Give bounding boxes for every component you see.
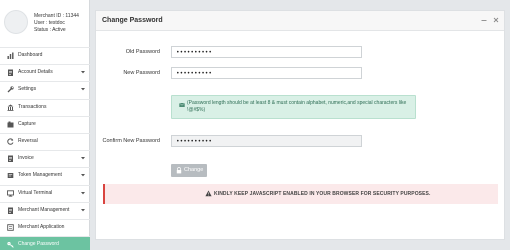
user-name: User : testdoc — [34, 20, 65, 26]
sidebar-item-label: Change Password — [18, 241, 59, 248]
sidebar-item-label: Capture — [18, 120, 36, 127]
refresh-icon — [7, 138, 14, 145]
password-hint-text: (Password length should be at least 8 & … — [187, 100, 407, 113]
sidebar-item-settings[interactable]: Settings — [0, 81, 90, 98]
caret-down-icon — [81, 208, 85, 212]
document-icon — [8, 207, 13, 214]
caret-down-icon — [81, 71, 85, 74]
sidebar-item-label: Settings — [18, 86, 37, 93]
envelope-icon — [179, 102, 185, 107]
sidebar-item-token-management[interactable]: Token Management — [0, 167, 90, 184]
page-title: Change Password — [102, 17, 163, 24]
avatar — [4, 10, 28, 34]
sidebar-item-label: Account Details — [18, 69, 53, 76]
panel-header: Change Password — [96, 11, 504, 31]
minimize-icon[interactable] — [480, 16, 488, 24]
sidebar-item-label: Token Management — [18, 172, 62, 179]
capture-icon — [7, 121, 14, 128]
sidebar-item-account-details[interactable]: Account Details — [0, 64, 90, 81]
wrench-icon — [7, 86, 14, 93]
account-status: Status : Active — [34, 27, 66, 33]
new-password-field[interactable]: •••••••••• — [171, 67, 362, 79]
sidebar-item-label: Merchant Management — [18, 206, 70, 213]
change-password-panel: Change Password Old Password •••••••••• … — [95, 10, 505, 240]
sidebar-item-dashboard[interactable]: Dashboard — [0, 47, 90, 64]
sidebar-item-label: Merchant Application — [18, 224, 65, 230]
confirm-password-label: Confirm New Password — [102, 138, 160, 144]
warning-text: KINDLY KEEP JAVASCRIPT ENABLED IN YOUR B… — [214, 191, 431, 197]
profile-block: Merchant ID : 11344 User : testdoc Statu… — [0, 0, 90, 44]
sidebar-item-virtual-terminal[interactable]: Virtual Terminal — [0, 184, 90, 202]
caret-down-icon — [81, 88, 85, 91]
sidebar: Merchant ID : 11344 User : testdoc Statu… — [0, 0, 90, 250]
close-icon[interactable] — [492, 16, 500, 24]
warning-icon — [205, 190, 212, 197]
password-hint-box: (Password length should be at least 8 & … — [171, 95, 416, 119]
confirm-password-field[interactable]: •••••••••• — [171, 135, 362, 147]
sidebar-item-merchant-management[interactable]: Merchant Management — [0, 201, 90, 219]
change-button-label: Change — [184, 167, 204, 173]
token-icon — [7, 173, 14, 179]
bank-icon — [7, 104, 14, 111]
sidebar-item-reversal[interactable]: Reversal — [0, 133, 90, 150]
old-password-label: Old Password — [125, 49, 160, 55]
sidebar-item-label: Reversal — [18, 138, 38, 144]
bar-chart-icon — [7, 52, 14, 59]
document-icon — [8, 69, 13, 77]
sidebar-item-label: Transactions — [18, 103, 47, 110]
old-password-field[interactable]: •••••••••• — [171, 46, 362, 58]
sidebar-item-change-password[interactable]: Change Password — [0, 236, 90, 250]
change-button[interactable]: Change — [171, 164, 207, 177]
sidebar-item-label: Dashboard — [18, 52, 43, 58]
document-icon — [8, 155, 13, 163]
javascript-warning: KINDLY KEEP JAVASCRIPT ENABLED IN YOUR B… — [103, 184, 498, 204]
key-icon — [7, 242, 14, 248]
sidebar-item-transactions[interactable]: Transactions — [0, 98, 90, 116]
sidebar-item-label: Virtual Terminal — [18, 189, 53, 196]
caret-down-icon — [81, 191, 85, 194]
monitor-icon — [7, 189, 14, 197]
lock-icon — [176, 167, 182, 174]
merchant-id: Merchant ID : 11344 — [34, 13, 79, 19]
sidebar-item-invoice[interactable]: Invoice — [0, 150, 90, 167]
sidebar-item-label: Invoice — [18, 155, 34, 162]
application-icon — [7, 224, 14, 231]
new-password-label: New Password — [123, 70, 160, 76]
sidebar-item-merchant-application[interactable]: Merchant Application — [0, 219, 90, 236]
caret-down-icon — [81, 174, 85, 177]
caret-down-icon — [81, 157, 85, 160]
sidebar-item-capture[interactable]: Capture — [0, 115, 90, 133]
